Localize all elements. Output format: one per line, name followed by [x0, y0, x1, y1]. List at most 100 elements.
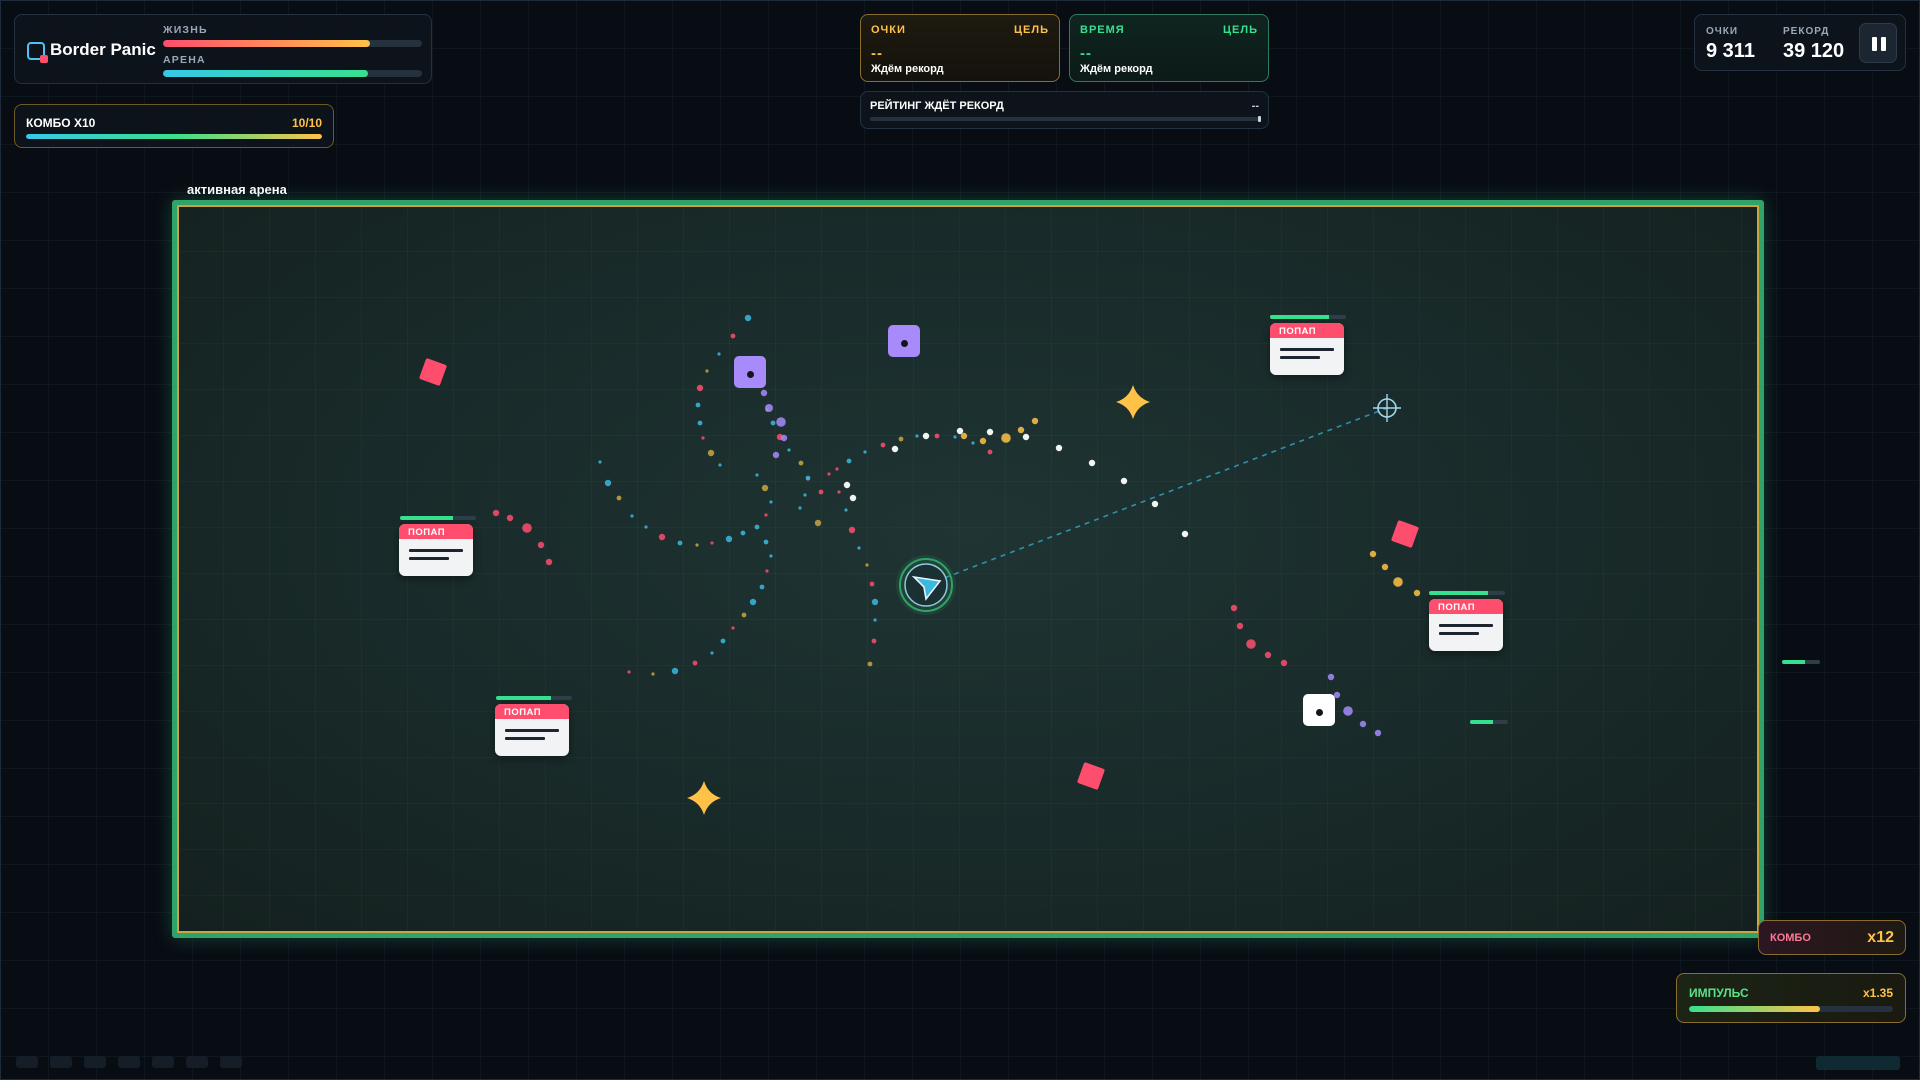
popup-enemy[interactable]: ПОПАП — [495, 704, 569, 756]
popup-title: ПОПАП — [1270, 323, 1344, 338]
particle — [776, 417, 786, 427]
particle — [696, 384, 704, 392]
ability-slot[interactable] — [152, 1056, 174, 1068]
particle — [835, 467, 839, 471]
particle — [671, 667, 679, 675]
combo-label: КОМБО — [1770, 932, 1811, 944]
particle — [545, 558, 553, 566]
particle — [915, 434, 919, 438]
crosshair-icon — [1373, 394, 1401, 422]
particle — [1055, 444, 1063, 452]
particle — [1343, 706, 1353, 716]
particle — [1264, 651, 1272, 659]
particle — [710, 651, 714, 655]
popup-health-bar — [400, 516, 476, 520]
combo-goal-bar — [26, 134, 322, 139]
particle — [871, 638, 877, 644]
arena[interactable]: ПОПАП ПОПАП ПОПАП ПОПАП — [172, 200, 1764, 938]
particle — [1017, 426, 1025, 434]
impulse-bar-fill — [1689, 1006, 1820, 1012]
pause-button[interactable] — [1859, 23, 1897, 63]
particle — [769, 554, 773, 558]
popup-text-line — [1439, 632, 1479, 635]
particle — [934, 433, 940, 439]
popup-text-line — [505, 729, 559, 732]
particle — [740, 530, 746, 536]
particle — [1381, 563, 1389, 571]
impulse-multiplier: x1.35 — [1862, 986, 1893, 1000]
particle — [692, 660, 698, 666]
particle — [1230, 604, 1238, 612]
particle — [787, 448, 791, 452]
particle — [770, 420, 776, 426]
player-ship-icon — [896, 555, 956, 615]
particle — [922, 432, 930, 440]
particle — [537, 541, 545, 549]
combo-multiplier: x12 — [1867, 929, 1894, 946]
particle — [604, 479, 612, 487]
particle — [1280, 659, 1288, 667]
rating-bar — [870, 117, 1260, 121]
ability-slot[interactable] — [118, 1056, 140, 1068]
particle — [695, 543, 699, 547]
ability-slot[interactable] — [220, 1056, 242, 1068]
particle — [818, 489, 824, 495]
popup-text-line — [409, 549, 463, 552]
danger-diamond — [1391, 520, 1419, 548]
ability-slot[interactable] — [84, 1056, 106, 1068]
danger-diamond — [419, 358, 447, 386]
particle — [953, 435, 957, 439]
star-pickup-icon — [687, 781, 721, 815]
arena-bar-fill — [163, 70, 368, 77]
particle — [761, 484, 769, 492]
ability-slot[interactable] — [50, 1056, 72, 1068]
popup-enemy[interactable]: ПОПАП — [399, 524, 473, 576]
particle — [749, 598, 757, 606]
particle — [1120, 477, 1128, 485]
particle — [1001, 433, 1011, 443]
particle — [843, 481, 851, 489]
particle — [880, 442, 886, 448]
rating-title: РЕЙТИНГ ЖДЁТ РЕКОРД — [870, 100, 1004, 112]
particle — [1374, 729, 1382, 737]
particle-trails — [492, 314, 1421, 737]
impulse-bar — [1689, 1006, 1893, 1012]
particle — [707, 449, 715, 457]
particle — [867, 661, 873, 667]
particle — [697, 420, 703, 426]
combo-goal-bar-fill — [26, 134, 322, 139]
popup-text-line — [409, 557, 449, 560]
particle — [1088, 459, 1096, 467]
ability-slot[interactable] — [16, 1056, 38, 1068]
rating-bar-marker — [1258, 116, 1261, 122]
particle — [769, 500, 773, 504]
particle — [725, 535, 733, 543]
particle — [956, 427, 964, 435]
arena-bar — [163, 70, 422, 77]
particle — [1151, 500, 1159, 508]
popup-enemy[interactable]: ПОПАП — [1429, 599, 1503, 651]
popup-health-bar — [496, 696, 572, 700]
aim-line — [925, 407, 1388, 586]
score-goal-card: ОЧКИ ЦЕЛЬ -- Ждём рекорд — [860, 14, 1060, 82]
particle — [701, 436, 705, 440]
particle — [718, 463, 722, 467]
record-label: РЕКОРД — [1783, 26, 1830, 37]
particle — [759, 584, 765, 590]
particle — [765, 569, 769, 573]
time-goal-label: ВРЕМЯ — [1080, 24, 1125, 36]
combo-goal-panel: КОМБО X10 10/10 — [14, 104, 334, 148]
particle — [744, 314, 752, 322]
particle — [644, 525, 648, 529]
particle — [677, 540, 683, 546]
popup-title: ПОПАП — [399, 524, 473, 539]
danger-diamond — [1077, 762, 1105, 790]
particle — [987, 449, 993, 455]
time-goal-value: -- — [1080, 45, 1092, 62]
particle — [827, 472, 831, 476]
ability-slot[interactable] — [186, 1056, 208, 1068]
particle — [848, 526, 856, 534]
popup-enemy[interactable]: ПОПАП — [1270, 323, 1344, 375]
particle — [616, 495, 622, 501]
particle — [1327, 673, 1335, 681]
